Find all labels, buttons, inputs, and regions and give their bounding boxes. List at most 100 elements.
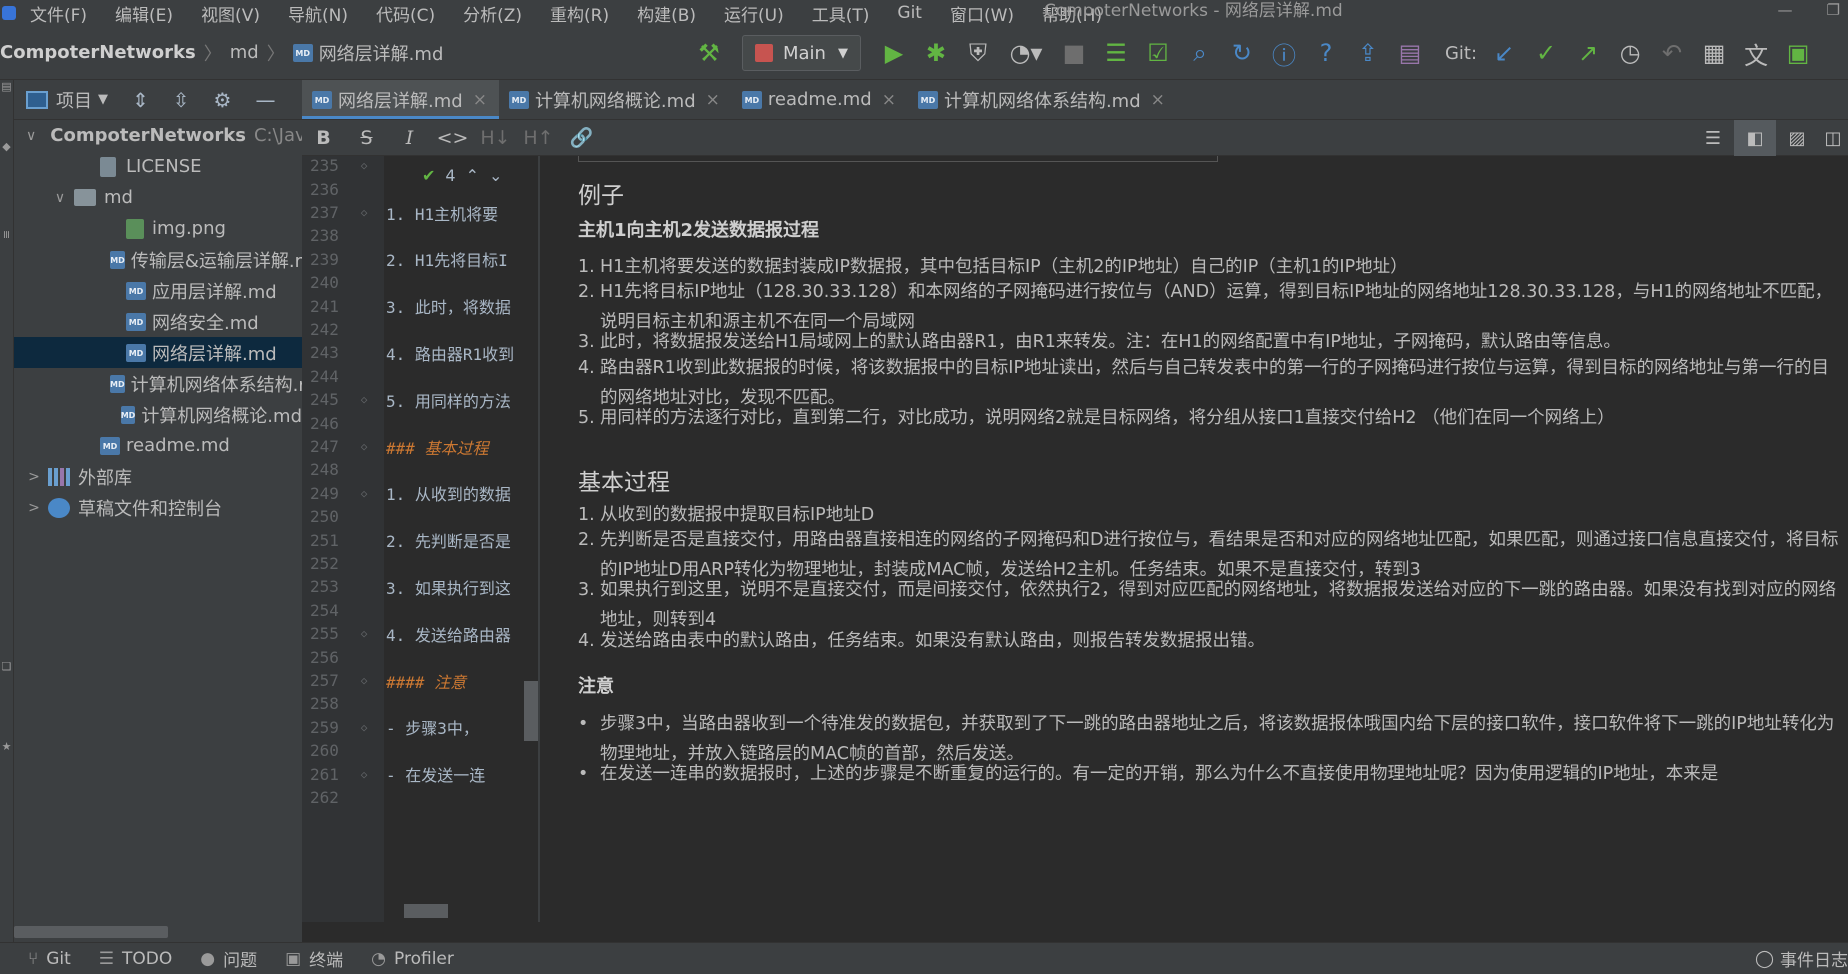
tree-item[interactable]: MD 传输层&运输层详解.r [14,244,302,275]
menu-edit[interactable]: 编辑(E) [101,1,187,26]
tree-item[interactable]: LICENSE [14,151,302,182]
translate-icon[interactable]: 文 [1735,35,1777,71]
chevron-down-icon[interactable]: ⌄ [489,166,502,185]
run-configuration-select[interactable]: Main ▼ [742,35,861,71]
strikethrough-button[interactable]: S [345,127,388,149]
terminal-icon[interactable]: ▣ [1777,35,1819,71]
profile-icon[interactable]: ◔▾ [999,35,1053,71]
editor-tab[interactable]: MD readme.md × [732,80,908,119]
git-push-icon[interactable]: ↗ [1567,35,1609,71]
editor-tab[interactable]: MD 网络层详解.md × [302,80,499,119]
close-icon[interactable]: × [473,90,487,110]
tree-item[interactable]: img.png [14,213,302,244]
editor-tab[interactable]: MD 计算机网络体系结构.md × [908,80,1177,119]
project-tool-icon[interactable]: ▤ [0,80,13,93]
expand-all-icon[interactable]: ⇕ [132,88,149,112]
coverage-icon[interactable]: ⛨ [957,35,999,71]
tree-item[interactable]: MD 计算机网络体系结构.r [14,368,302,399]
menu-tools[interactable]: 工具(T) [798,1,884,26]
preview-only-icon[interactable]: ▨ [1776,120,1818,156]
chevron-down-icon[interactable]: ▼ [98,92,108,107]
bold-button[interactable]: B [302,127,345,149]
tree-item[interactable]: MD 网络安全.md [14,306,302,337]
search-icon[interactable]: ⌕ [1179,35,1221,71]
run-icon[interactable]: ▶ [873,35,915,71]
git-commit-icon[interactable]: ✓ [1525,35,1567,71]
menu-git[interactable]: Git [883,3,936,23]
close-icon[interactable]: × [1151,90,1165,110]
status-bar-item[interactable]: ▣ 终端 [285,946,343,972]
bookmarks-tool-icon[interactable]: ❑ [0,660,13,673]
menu-file[interactable]: 文件(F) [16,1,101,26]
close-icon[interactable]: × [706,90,720,110]
menu-code[interactable]: 代码(C) [362,1,449,26]
minimize-icon[interactable]: — [1778,0,1793,20]
breadcrumb-project[interactable]: CompoterNetworks [0,42,196,63]
git-update-icon[interactable]: ↙ [1483,35,1525,71]
fold-icon[interactable]: ◇ [352,721,376,734]
tree-item[interactable]: ∨ CompoterNetworks C:\Jav [14,120,302,151]
chevron-down-icon[interactable]: ∨ [52,190,68,206]
undo-icon[interactable]: ↶ [1651,35,1693,71]
breadcrumb-folder[interactable]: md [230,42,259,63]
code-button[interactable]: <> [431,127,474,149]
code-editor[interactable]: 235 ◇ 236 237 ◇ 1. H1主机将要 238 239 2. H1先将目标I 240 2… [302,156,540,922]
document-icon[interactable]: ▤ [1389,35,1431,71]
event-log[interactable]: ◯ 事件日志 [1755,946,1848,972]
info-icon[interactable]: ⓘ [1263,35,1305,71]
header-up-button[interactable]: H↑ [517,127,560,149]
menu-view[interactable]: 视图(V) [187,1,274,26]
restore-icon[interactable]: ❐ [1827,0,1840,20]
status-bar-item[interactable]: ⑂ Git [28,949,71,969]
editor-only-icon[interactable]: ☰ [1692,120,1734,156]
layout-icon[interactable]: ◫ [1818,120,1848,156]
fold-icon[interactable]: ◇ [352,768,376,781]
build-hammer-icon[interactable]: ⚒ [688,35,730,71]
fold-icon[interactable]: ◇ [352,440,376,453]
structure-tool-icon[interactable]: ≡ [0,230,13,239]
header-down-button[interactable]: H↓ [474,127,517,149]
tree-item[interactable]: MD readme.md [14,430,302,461]
chevron-up-icon[interactable]: ⌃ [466,166,479,185]
tree-item[interactable]: MD 网络层详解.md [14,337,302,368]
checkbox-icon[interactable]: ☑ [1137,35,1179,71]
editor-tab[interactable]: MD 计算机网络概论.md × [499,80,732,119]
status-bar-item[interactable]: ☰ TODO [99,949,173,969]
breadcrumb-file[interactable]: 网络层详解.md [319,40,444,66]
stop-icon[interactable]: ■ [1053,35,1095,71]
status-bar-item[interactable]: ● 问题 [200,946,257,972]
horizontal-scrollbar[interactable] [404,904,448,918]
debug-icon[interactable]: ✱ [915,35,957,71]
italic-button[interactable]: I [388,127,431,149]
fold-icon[interactable]: ◇ [352,487,376,500]
commit-tool-icon[interactable]: ◆ [0,140,13,153]
list-icon[interactable]: ☰ [1095,35,1137,71]
split-view-icon[interactable]: ◧ [1734,120,1776,156]
hide-icon[interactable]: — [255,88,275,112]
tree-item[interactable]: > 草稿文件和控制台 [14,492,302,523]
gear-icon[interactable]: ⚙ [214,88,232,112]
tree-item[interactable]: MD 计算机网络概论.md [14,399,302,430]
tree-item[interactable]: ∨ md [14,182,302,213]
favorites-tool-icon[interactable]: ★ [0,740,13,753]
close-icon[interactable]: × [882,90,896,110]
help-icon[interactable]: ? [1305,35,1347,71]
tree-item[interactable]: MD 应用层详解.md [14,275,302,306]
chevron-down-icon[interactable]: ∨ [26,128,36,144]
fold-icon[interactable]: ◇ [352,627,376,640]
inspection-widget[interactable]: ✔ 4 ⌃ ⌄ [422,166,502,185]
upload-icon[interactable]: ⇪ [1347,35,1389,71]
menu-window[interactable]: 窗口(W) [936,1,1028,26]
fold-icon[interactable]: ◇ [352,674,376,687]
project-panel-title[interactable]: 项目 [56,87,92,113]
menu-build[interactable]: 构建(B) [623,1,710,26]
collapse-all-icon[interactable]: ⇳ [173,88,190,112]
menu-refactor[interactable]: 重构(R) [536,1,623,26]
tree-item[interactable]: > 外部库 [14,461,302,492]
menu-analyze[interactable]: 分析(Z) [449,1,536,26]
status-bar-item[interactable]: ◔ Profiler [371,949,454,969]
vertical-scrollbar[interactable] [524,681,538,741]
link-icon[interactable]: 🔗 [560,126,603,149]
refresh-icon[interactable]: ↻ [1221,35,1263,71]
fold-icon[interactable]: ◇ [352,159,376,172]
